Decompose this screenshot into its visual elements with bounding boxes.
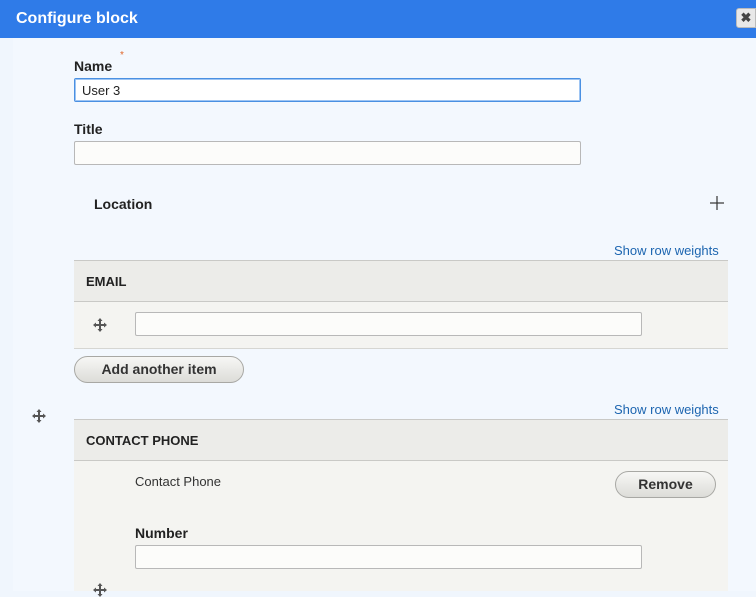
drag-handle-icon[interactable] [32,409,46,423]
name-input[interactable] [74,78,581,102]
contact-phone-table-header: CONTACT PHONE [74,419,728,461]
show-row-weights-link-contact-phone[interactable]: Show row weights [614,402,719,417]
contact-phone-item-label: Contact Phone [135,474,222,489]
remove-button[interactable]: Remove [615,471,716,498]
contact-phone-table-row: Contact Phone Remove Number [74,461,728,597]
email-header-text: EMAIL [86,274,127,289]
title-input[interactable] [74,141,581,165]
required-marker: * [120,50,124,61]
show-row-weights-link-email[interactable]: Show row weights [614,243,719,258]
drag-handle-icon[interactable] [93,318,107,332]
email-table-header: EMAIL [74,260,728,302]
name-label: Name [74,58,113,74]
email-input[interactable] [135,312,642,336]
contact-phone-header-text: CONTACT PHONE [86,433,199,448]
close-icon[interactable]: ✖ [736,8,756,28]
add-another-item-button[interactable]: Add another item [74,356,244,383]
drag-handle-icon[interactable] [93,583,107,597]
email-table-row [74,302,728,349]
title-label: Title [74,121,103,137]
location-label: Location [94,196,153,212]
dialog-title: Configure block [16,10,138,27]
number-input[interactable] [135,545,642,569]
dialog-titlebar: Configure block ✖ [0,0,756,38]
number-label: Number [135,525,188,541]
plus-icon[interactable] [709,195,725,211]
